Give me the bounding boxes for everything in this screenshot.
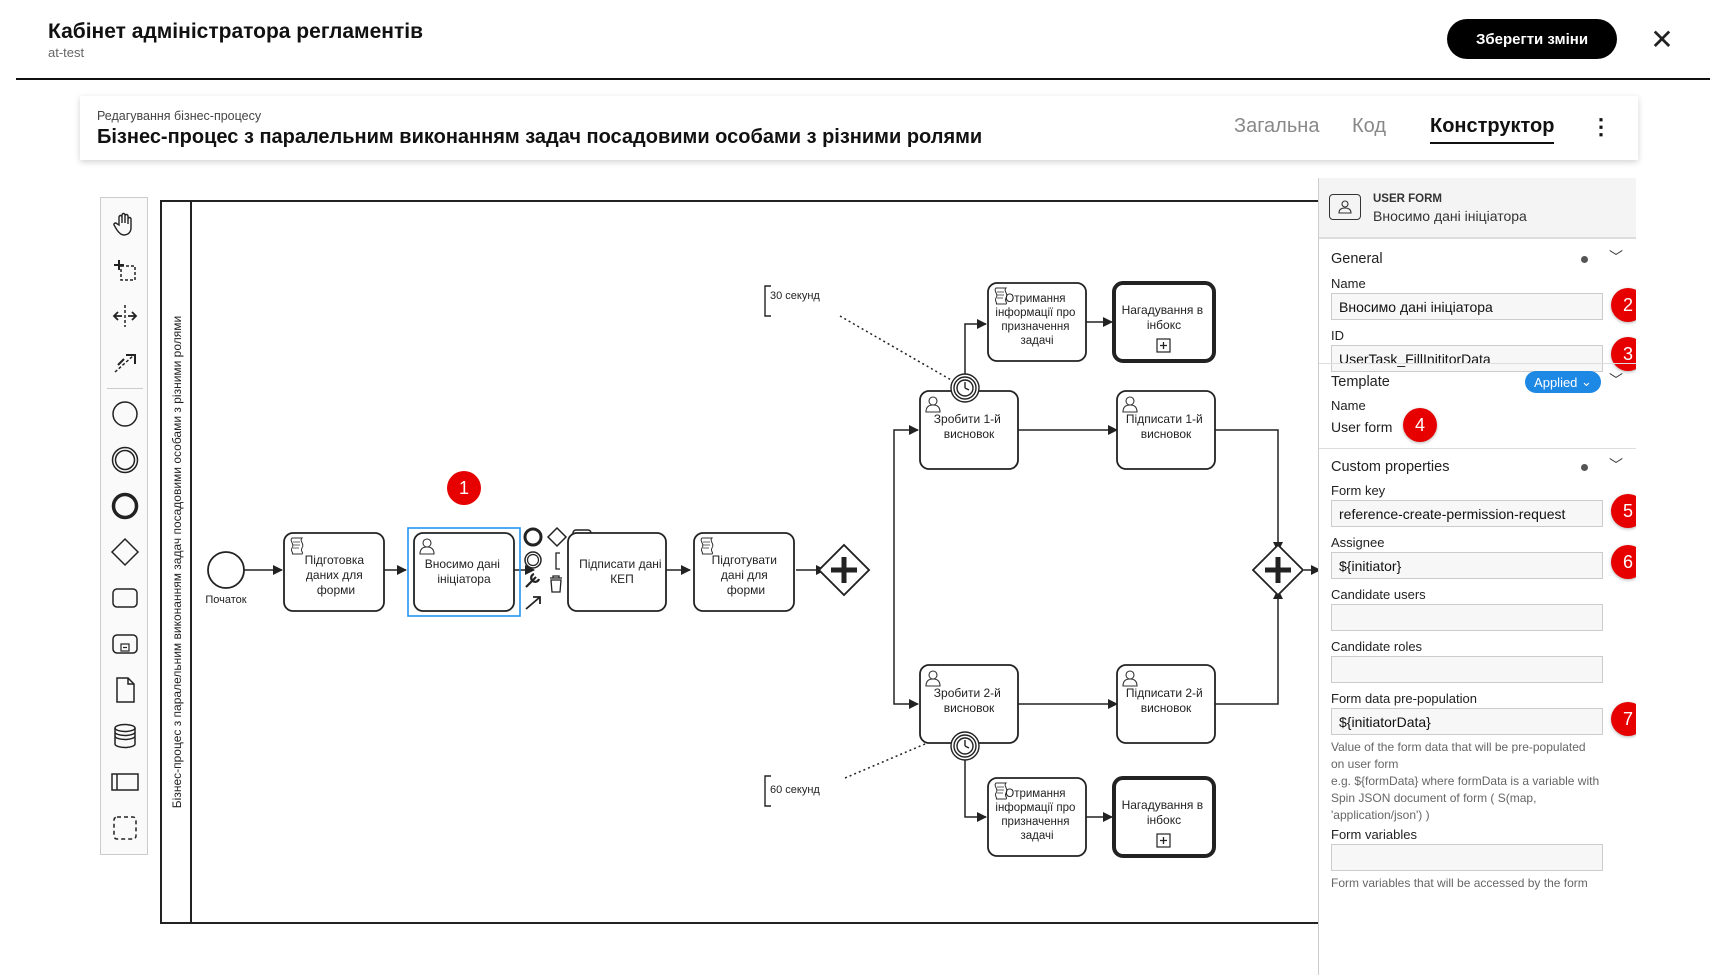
form-key-input[interactable]: reference-create-permission-request (1331, 500, 1603, 527)
more-menu-icon[interactable]: ⋮ (1590, 114, 1612, 140)
callout-badge-5: 5 (1611, 494, 1636, 528)
name-input[interactable]: Вносимо дані ініціатора (1331, 293, 1603, 320)
subprocess-icon[interactable] (109, 628, 141, 660)
save-changes-button[interactable]: Зберегти зміни (1447, 19, 1617, 59)
data-object-icon[interactable] (109, 674, 141, 706)
start-event-label: Початок (205, 594, 246, 606)
bpmn-palette (100, 197, 148, 855)
form-data-prepopulation-label: Form data pre-population (1331, 691, 1477, 706)
task-prepare-form-data[interactable]: Підготувати дані для форми (693, 532, 795, 612)
task-icon[interactable] (109, 582, 141, 614)
template-applied-badge[interactable]: Applied ⌄ (1525, 371, 1601, 393)
task-enter-initiator-data[interactable]: Вносимо дані ініціатора (407, 527, 521, 617)
group-icon[interactable] (109, 812, 141, 844)
top-bar: Кабінет адміністратора регламентів at-te… (16, 0, 1710, 80)
callout-badge-1: 1 (447, 471, 481, 505)
intermediate-event-icon[interactable] (109, 444, 141, 476)
callout-badge-6: 6 (1611, 545, 1636, 579)
section-custom-dot (1581, 464, 1588, 471)
form-variables-label: Form variables (1331, 827, 1417, 842)
bpmn-canvas[interactable]: Бізнес-процес з паралельним виконанням з… (160, 195, 1320, 925)
task-prepare-data[interactable]: Підготовка даних для форми (283, 532, 385, 612)
form-variables-input[interactable] (1331, 844, 1603, 871)
element-name: Вносимо дані ініціатора (1373, 208, 1527, 224)
gateway-icon[interactable] (109, 536, 141, 568)
section-general-dot (1581, 256, 1588, 263)
pool-icon[interactable] (109, 766, 141, 798)
callout-badge-4: 4 (1403, 408, 1437, 442)
properties-panel: USER FORM Вносимо дані ініціатора Genera… (1318, 178, 1636, 975)
section-custom-title[interactable]: Custom properties (1331, 459, 1449, 475)
prepopulation-description: Value of the form data that will be pre-… (1331, 740, 1586, 771)
element-type: USER FORM (1373, 193, 1442, 205)
template-name-label: Name (1331, 398, 1366, 413)
id-label: ID (1331, 328, 1344, 343)
chevron-down-icon: ⌄ (1581, 374, 1592, 389)
candidate-users-input[interactable] (1331, 604, 1603, 631)
task-sign-second-conclusion[interactable]: Підписати 2-й висновок (1116, 664, 1216, 744)
lasso-tool-icon[interactable] (109, 254, 141, 286)
name-label: Name (1331, 276, 1366, 291)
task-assignment-info-top[interactable]: Отримання інформації про призначення зад… (987, 282, 1087, 362)
process-header-card: Редагування бізнес-процесу Бізнес-процес… (80, 96, 1638, 160)
section-custom-properties: Custom properties ﹀ Form key reference-c… (1319, 448, 1636, 975)
section-template: Template Applied ⌄ ﹀ Name User form 4 (1319, 363, 1636, 450)
candidate-roles-label: Candidate roles (1331, 639, 1423, 654)
prepopulation-example: e.g. ${formData} where formData is a var… (1331, 774, 1600, 822)
tab-general[interactable]: Загальна (1234, 115, 1319, 138)
template-name-value: User form (1331, 419, 1393, 435)
section-template-title[interactable]: Template (1331, 374, 1390, 390)
chevron-down-icon[interactable]: ﹀ (1609, 455, 1623, 475)
hand-tool-icon[interactable] (109, 208, 141, 240)
form-key-label: Form key (1331, 483, 1386, 498)
svg-text:30 секунд: 30 секунд (770, 290, 820, 302)
section-general-title[interactable]: General (1331, 251, 1383, 267)
chevron-down-icon[interactable]: ﹀ (1609, 370, 1623, 390)
end-event-icon[interactable] (109, 490, 141, 522)
svg-text:Зробити 2-й висновок: Зробити 2-й висновок (934, 686, 1004, 715)
call-activity-inbox-reminder-bottom[interactable]: Нагадування в інбокс (1112, 776, 1216, 858)
tab-constructor[interactable]: Конструктор (1430, 115, 1555, 144)
app-title: Кабінет адміністратора регламентів (48, 20, 423, 43)
callout-badge-2: 2 (1611, 288, 1636, 322)
section-general: General ﹀ Name Вносимо дані ініціатора I… (1319, 238, 1636, 381)
properties-panel-header: USER FORM Вносимо дані ініціатора (1319, 178, 1636, 238)
close-icon[interactable]: ✕ (1646, 24, 1678, 56)
start-event-icon[interactable] (109, 398, 141, 430)
process-subtitle: Редагування бізнес-процесу (97, 109, 262, 123)
call-activity-inbox-reminder-top[interactable]: Нагадування в інбокс (1112, 281, 1216, 363)
candidate-roles-input[interactable] (1331, 656, 1603, 683)
task-make-first-conclusion[interactable]: Зробити 1-й висновок (919, 390, 1019, 470)
svg-text:60 секунд: 60 секунд (770, 784, 820, 796)
data-store-icon[interactable] (109, 720, 141, 752)
user-form-icon (1329, 194, 1361, 220)
palette-separator (107, 388, 143, 389)
svg-text:Зробити 1-й висновок: Зробити 1-й висновок (934, 412, 1004, 441)
global-connect-tool-icon[interactable] (109, 346, 141, 378)
assignee-input[interactable]: ${initiator} (1331, 552, 1603, 579)
timer-boundary-event-top[interactable] (950, 373, 980, 403)
task-assignment-info-bottom[interactable]: Отримання інформації про призначення зад… (987, 777, 1087, 857)
tab-code[interactable]: Код (1352, 115, 1386, 138)
pool-label: Бізнес-процес з паралельним виконанням з… (170, 316, 184, 808)
form-variables-description: Form variables that will be accessed by … (1331, 876, 1588, 890)
assignee-label: Assignee (1331, 535, 1385, 550)
task-sign-first-conclusion[interactable]: Підписати 1-й висновок (1116, 390, 1216, 470)
callout-badge-7: 7 (1611, 702, 1636, 736)
form-data-prepopulation-input[interactable]: ${initiatorData} (1331, 708, 1603, 735)
append-end-event-icon[interactable] (523, 527, 543, 547)
task-sign-data-kep[interactable]: Підписати дані КЕП (567, 532, 667, 612)
candidate-users-label: Candidate users (1331, 587, 1426, 602)
svg-text:1: 1 (459, 478, 469, 498)
process-title: Бізнес-процес з паралельним виконанням з… (97, 126, 983, 148)
task-make-second-conclusion[interactable]: Зробити 2-й висновок (919, 664, 1019, 744)
timer-boundary-event-bottom[interactable] (950, 731, 980, 761)
chevron-down-icon[interactable]: ﹀ (1609, 247, 1623, 267)
app-subtitle: at-test (48, 45, 85, 60)
space-tool-icon[interactable] (109, 300, 141, 332)
start-event[interactable] (207, 551, 245, 589)
